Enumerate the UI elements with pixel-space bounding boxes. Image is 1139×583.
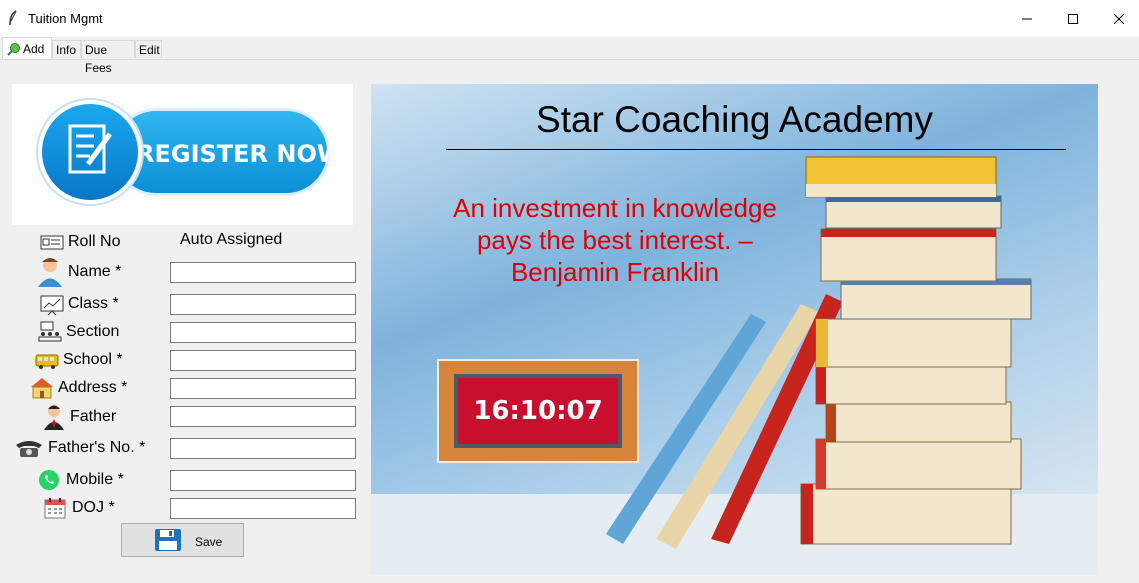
name-label: Name * [36,256,121,288]
father-label: Father [42,404,116,430]
tab-bar: Add Info Due Fees Edit [0,37,1139,75]
house-icon [31,378,53,399]
tab-add-label: Add [23,41,45,56]
minimize-button[interactable] [1004,0,1050,37]
doj-label: DOJ * [44,497,115,519]
school-text: School * [63,351,123,368]
tab-info[interactable]: Info [52,40,81,58]
calendar-icon [44,498,66,519]
person-icon [38,258,62,287]
save-button[interactable]: Save [121,523,244,557]
clock-display: 16:10:07 [454,374,622,448]
minimize-icon [1022,18,1032,19]
school-field[interactable] [170,350,356,371]
father-text: Father [70,408,117,425]
search-globe-icon [7,42,20,56]
section-label: Section [38,321,119,343]
roll-no-value: Auto Assigned [180,231,283,248]
mobile-field[interactable] [170,470,356,491]
document-pen-icon [68,124,113,174]
floppy-disk-icon [155,529,181,551]
register-circle [38,100,142,204]
hero-panel: Star Coaching Academy An investment in k… [371,84,1098,575]
tab-due-fees-label: Due Fees [85,43,112,75]
chart-board-icon [40,295,64,315]
doj-text: DOJ * [72,499,115,516]
tab-due-fees[interactable]: Due Fees [81,40,135,75]
name-field[interactable] [170,262,356,283]
address-text: Address * [58,379,128,396]
man-icon [44,405,64,430]
address-label: Address * [30,377,127,399]
mobile-label: Mobile * [38,469,124,491]
doj-field[interactable] [170,498,356,519]
classroom-icon [38,321,62,342]
feather-icon [9,10,17,26]
title-divider [446,149,1066,150]
id-card-icon [40,235,64,250]
roll-no-text: Roll No [68,233,121,250]
register-text: REGISTER NOW [136,140,344,168]
class-field[interactable] [170,294,356,315]
maximize-icon [1068,13,1078,24]
name-text: Name * [68,263,122,280]
quote-text: An investment in knowledge pays the best… [453,193,777,287]
telephone-icon [16,441,42,457]
tab-info-label: Info [56,43,77,57]
hero-title: Star Coaching Academy [536,99,933,140]
address-field[interactable] [170,378,356,399]
clock-frame: 16:10:07 [437,359,639,463]
whatsapp-icon [39,470,59,490]
tab-edit[interactable]: Edit [135,40,162,58]
close-icon [1114,13,1124,24]
maximize-button[interactable] [1050,0,1096,37]
fathers-no-field[interactable] [170,438,356,459]
window-title: Tuition Mgmt [28,11,103,26]
fathers-no-text: Father's No. * [48,439,146,456]
close-button[interactable] [1096,0,1139,37]
tab-add[interactable]: Add [2,37,52,59]
tab-edit-label: Edit [139,43,160,57]
class-text: Class * [68,295,119,312]
title-bar: Tuition Mgmt [0,0,1139,37]
mobile-text: Mobile * [66,471,124,488]
register-banner: REGISTER NOW [12,84,353,225]
father-field[interactable] [170,406,356,427]
school-bus-icon [35,354,59,369]
section-text: Section [66,323,120,340]
fathers-no-label: Father's No. * [14,437,145,459]
section-field[interactable] [170,322,356,343]
save-label: Save [195,535,223,549]
school-label: School * [35,349,123,371]
roll-no-label: Roll No [40,231,120,253]
class-label: Class * [40,293,119,315]
